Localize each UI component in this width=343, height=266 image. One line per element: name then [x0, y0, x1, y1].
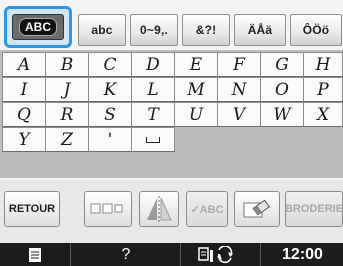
key-m[interactable]: M [174, 77, 218, 102]
key-p[interactable]: P [303, 77, 343, 102]
back-button[interactable]: RETOUR [4, 191, 60, 227]
wlan-presser-button[interactable] [180, 243, 261, 266]
line-arrangement-icon [90, 203, 123, 214]
key-q[interactable]: Q [2, 102, 46, 127]
tab-accented-o[interactable]: ÔÖö [290, 14, 342, 46]
line-arrangement-button[interactable] [84, 191, 132, 227]
clock: 12:00 [260, 243, 343, 266]
tab-lowercase[interactable]: abc [78, 14, 126, 46]
clock-time: 12:00 [282, 245, 323, 263]
back-button-label: RETOUR [8, 203, 56, 215]
tab-symbols[interactable]: &?! [182, 14, 230, 46]
wireless-sync-icon [198, 245, 233, 263]
key-x[interactable]: X [303, 102, 343, 127]
key-l[interactable]: L [131, 77, 175, 102]
check-text-button-label: ✓ABC [190, 203, 224, 216]
status-bar: ? 12:00 [0, 243, 343, 266]
embroidery-button-label: BRODERIE [284, 203, 343, 215]
character-key-grid: A B C D E F G H I J K L M N O P Q R S T … [0, 50, 343, 178]
character-entry-screen: ABC abc 0~9,. &?! ÄÅä ÔÖö A B C D E F G … [0, 0, 343, 266]
key-f[interactable]: F [217, 52, 261, 77]
key-n[interactable]: N [217, 77, 261, 102]
key-o[interactable]: O [260, 77, 304, 102]
key-b[interactable]: B [45, 52, 89, 77]
key-j[interactable]: J [45, 77, 89, 102]
key-space[interactable] [131, 127, 175, 152]
key-y[interactable]: Y [2, 127, 46, 152]
key-w[interactable]: W [260, 102, 304, 127]
space-icon [146, 136, 160, 143]
delete-character-button[interactable] [234, 191, 280, 227]
mirror-button[interactable] [139, 191, 179, 227]
help-button[interactable]: ? [70, 243, 181, 266]
help-icon: ? [121, 245, 131, 263]
key-t[interactable]: T [131, 102, 175, 127]
character-mode-tabs: ABC abc 0~9,. &?! ÄÅä ÔÖö [0, 0, 343, 52]
key-a[interactable]: A [2, 52, 46, 77]
document-icon [29, 247, 41, 262]
key-r[interactable]: R [45, 102, 89, 127]
tab-accented-a[interactable]: ÄÅä [234, 14, 286, 46]
tab-uppercase[interactable]: ABC [12, 14, 64, 40]
key-h[interactable]: H [303, 52, 343, 77]
key-e[interactable]: E [174, 52, 218, 77]
key-k[interactable]: K [88, 77, 132, 102]
key-u[interactable]: U [174, 102, 218, 127]
key-apostrophe[interactable]: ' [88, 127, 132, 152]
eraser-icon [243, 199, 270, 218]
key-z[interactable]: Z [45, 127, 89, 152]
key-g[interactable]: G [260, 52, 304, 77]
key-d[interactable]: D [131, 52, 175, 77]
key-s[interactable]: S [88, 102, 132, 127]
manual-button[interactable] [0, 243, 70, 266]
check-text-button[interactable]: ✓ABC [186, 191, 228, 227]
key-v[interactable]: V [217, 102, 261, 127]
mirror-icon [147, 196, 172, 222]
key-c[interactable]: C [88, 52, 132, 77]
bottom-toolbar: RETOUR ✓ABC BRODERIE [0, 180, 343, 243]
tab-uppercase-selected-frame[interactable]: ABC [4, 6, 72, 48]
tab-uppercase-label: ABC [19, 18, 57, 36]
key-i[interactable]: I [2, 77, 46, 102]
tab-numbers[interactable]: 0~9,. [130, 14, 178, 46]
embroidery-button[interactable]: BRODERIE [285, 191, 343, 227]
